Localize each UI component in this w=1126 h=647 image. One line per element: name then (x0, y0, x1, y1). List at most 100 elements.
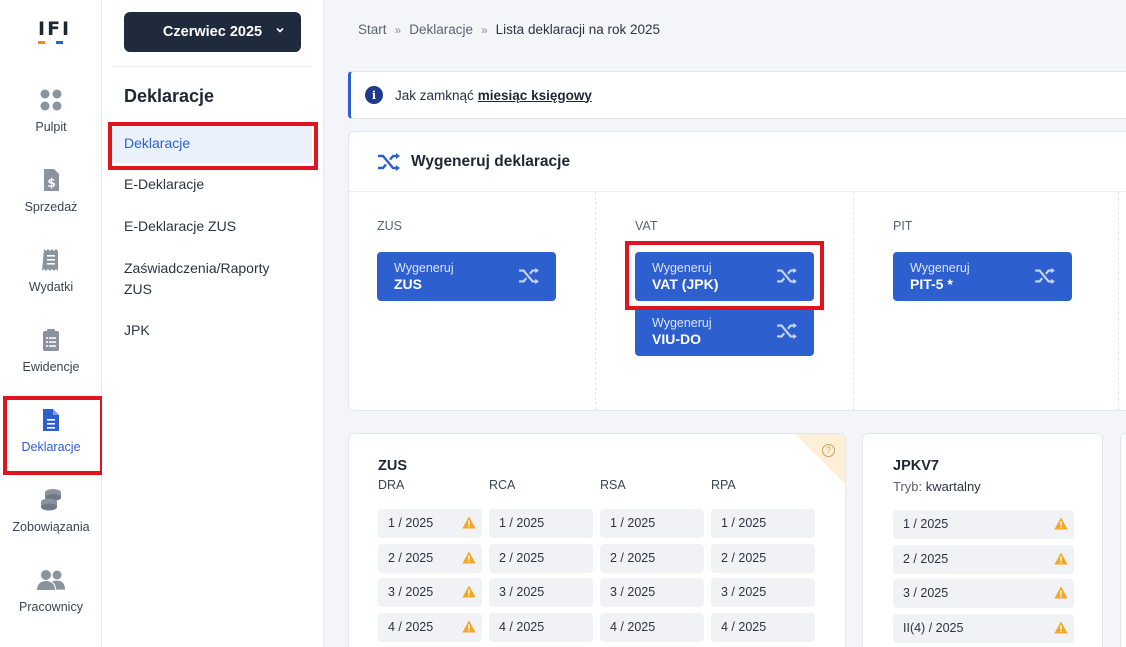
generate-header: Wygeneruj deklaracje (349, 132, 1126, 192)
period-label: 2 / 2025 (499, 550, 545, 565)
svg-text:$: $ (47, 176, 55, 190)
period-label: 2 / 2025 (721, 550, 767, 565)
zus-col-rpa: RPA (711, 478, 736, 492)
shuffle-icon (777, 267, 797, 285)
breadcrumb-start[interactable]: Start (358, 22, 387, 37)
shuffle-icon (777, 322, 797, 340)
button-line2: VIU-DO (652, 331, 701, 347)
zus-card: ? ZUS DRA RCA RSA RPA 1 / 2025 1 / 2025 1 … (348, 433, 846, 647)
help-icon[interactable]: ? (822, 444, 835, 457)
shuffle-icon (378, 152, 400, 171)
warning-icon (462, 551, 476, 563)
rail-label: Wydatki (28, 280, 74, 294)
next-card-edge (1120, 433, 1126, 647)
generate-pit-button[interactable]: Wygeneruj PIT-5 * (893, 252, 1072, 301)
generate-column-pit: PIT Wygeneruj PIT-5 * (854, 192, 1119, 410)
generate-viu-do-button[interactable]: Wygeneruj VIU-DO (635, 307, 814, 356)
jpk-period-pill[interactable]: 3 / 2025 (893, 579, 1074, 608)
zus-period-pill[interactable]: 2 / 2025 (600, 543, 704, 573)
warning-icon (1054, 621, 1068, 633)
period-label: 3 / 2025 (721, 585, 767, 599)
subnav-item-jpk[interactable]: JPK (124, 320, 150, 341)
subnav-item-deklaracje[interactable]: Deklaracje (112, 123, 312, 163)
warning-icon (462, 516, 476, 529)
period-label: II(4) / 2025 (903, 620, 964, 635)
zus-period-pill[interactable]: 1 / 2025 (711, 509, 815, 538)
invoice-dollar-icon: $ (44, 169, 59, 191)
rail-label: Zobowiązania (12, 520, 90, 534)
zus-period-pill[interactable]: 1 / 2025 (378, 509, 482, 538)
warning-icon (1054, 586, 1068, 599)
period-label: 1 / 2025 (721, 516, 767, 530)
rail-item-pulpit[interactable]: Pulpit (0, 88, 102, 158)
logo-text: IFI (38, 18, 72, 40)
zus-period-pill[interactable]: 4 / 2025 (711, 612, 815, 642)
zus-period-pill[interactable]: 2 / 2025 (378, 543, 482, 573)
period-selector-button[interactable]: Czerwiec 2025 (124, 12, 301, 52)
rail-label: Pracownicy (19, 600, 83, 614)
button-line2: VAT (JPK) (652, 276, 719, 292)
generate-zus-button[interactable]: Wygeneruj ZUS (377, 252, 556, 301)
zus-period-pill[interactable]: 1 / 2025 (489, 509, 593, 538)
button-line1: Wygeneruj (910, 261, 970, 275)
warning-icon (462, 585, 476, 598)
jpk-mode-value: kwartalny (925, 479, 981, 494)
users-icon (37, 570, 65, 590)
zus-period-pill[interactable]: 4 / 2025 (378, 612, 482, 642)
subnav-title: Deklaracje (124, 86, 215, 106)
zus-period-pill[interactable]: 4 / 2025 (600, 612, 704, 642)
zus-period-pill[interactable]: 2 / 2025 (489, 543, 593, 573)
info-link[interactable]: miesiąc księgowy (478, 88, 592, 103)
logo[interactable]: IFI (38, 18, 72, 48)
rail-item-zobowiazania[interactable]: Zobowiązania (0, 488, 102, 558)
period-label: 3 / 2025 (388, 585, 434, 599)
zus-period-pill[interactable]: 1 / 2025 (600, 509, 704, 538)
rail-item-wydatki[interactable]: Wydatki (0, 248, 102, 318)
subnav-item-zaswiadczenia[interactable]: Zaświadczenia/Raporty ZUS (124, 258, 270, 300)
rail-item-pracownicy[interactable]: Pracownicy (0, 568, 102, 638)
breadcrumb-separator: » (480, 22, 488, 37)
rail-item-sprzedaz[interactable]: $ Sprzedaż (0, 168, 102, 238)
zus-period-pill[interactable]: 2 / 2025 (711, 543, 815, 573)
period-label: Czerwiec 2025 (162, 24, 263, 40)
zus-col-rca: RCA (489, 478, 516, 492)
icon-rail: IFI Pulpit $ Sprzedaż Wydatki Ewidencje … (0, 0, 102, 647)
jpk-card-title: JPKV7 (893, 458, 939, 474)
jpk-mode-label: Tryb: (893, 479, 923, 494)
period-label: 3 / 2025 (499, 585, 545, 599)
clipboard-list-icon (43, 329, 59, 351)
shuffle-icon (519, 267, 539, 285)
generate-column-vat: VAT Wygeneruj VAT (JPK) Wygeneruj VIU-DO (596, 192, 854, 410)
subnav-item-e-deklaracje-zus[interactable]: E-Deklaracje ZUS (124, 216, 236, 237)
zus-period-pill[interactable]: 3 / 2025 (711, 578, 815, 607)
coins-icon (41, 489, 61, 511)
button-line1: Wygeneruj (394, 261, 454, 275)
period-label: 4 / 2025 (721, 619, 767, 634)
period-label: 2 / 2025 (610, 550, 656, 565)
subnav-item-e-deklaracje[interactable]: E-Deklaracje (124, 174, 204, 195)
generate-vat-jpk-button[interactable]: Wygeneruj VAT (JPK) (635, 252, 814, 301)
subnav-item-label: ZUS (124, 281, 152, 297)
zus-period-pill[interactable]: 3 / 2025 (600, 578, 704, 607)
rail-item-ewidencje[interactable]: Ewidencje (0, 328, 102, 398)
period-label: 1 / 2025 (499, 516, 545, 530)
zus-period-pill[interactable]: 3 / 2025 (489, 578, 593, 607)
zus-period-pill[interactable]: 4 / 2025 (489, 612, 593, 642)
breadcrumb-deklaracje[interactable]: Deklaracje (409, 22, 473, 37)
jpk-period-pill[interactable]: 2 / 2025 (893, 544, 1074, 574)
warning-icon (1054, 552, 1068, 564)
info-icon: i (365, 86, 383, 104)
chevron-down-icon (276, 27, 284, 33)
rail-label: Pulpit (35, 120, 67, 134)
shuffle-icon (1035, 267, 1055, 285)
receipt-icon (42, 249, 58, 271)
sub-sidebar: Czerwiec 2025 Deklaracje Deklaracje E-De… (102, 0, 324, 647)
rail-label: Sprzedaż (24, 200, 78, 214)
zus-period-pill[interactable]: 3 / 2025 (378, 578, 482, 607)
zus-col-rsa: RSA (600, 478, 626, 492)
period-label: 3 / 2025 (610, 585, 656, 599)
button-line2: ZUS (394, 276, 422, 292)
rail-item-deklaracje[interactable]: Deklaracje (0, 408, 102, 478)
jpk-period-pill[interactable]: 1 / 2025 (893, 510, 1074, 539)
jpk-period-pill[interactable]: II(4) / 2025 (893, 613, 1074, 643)
